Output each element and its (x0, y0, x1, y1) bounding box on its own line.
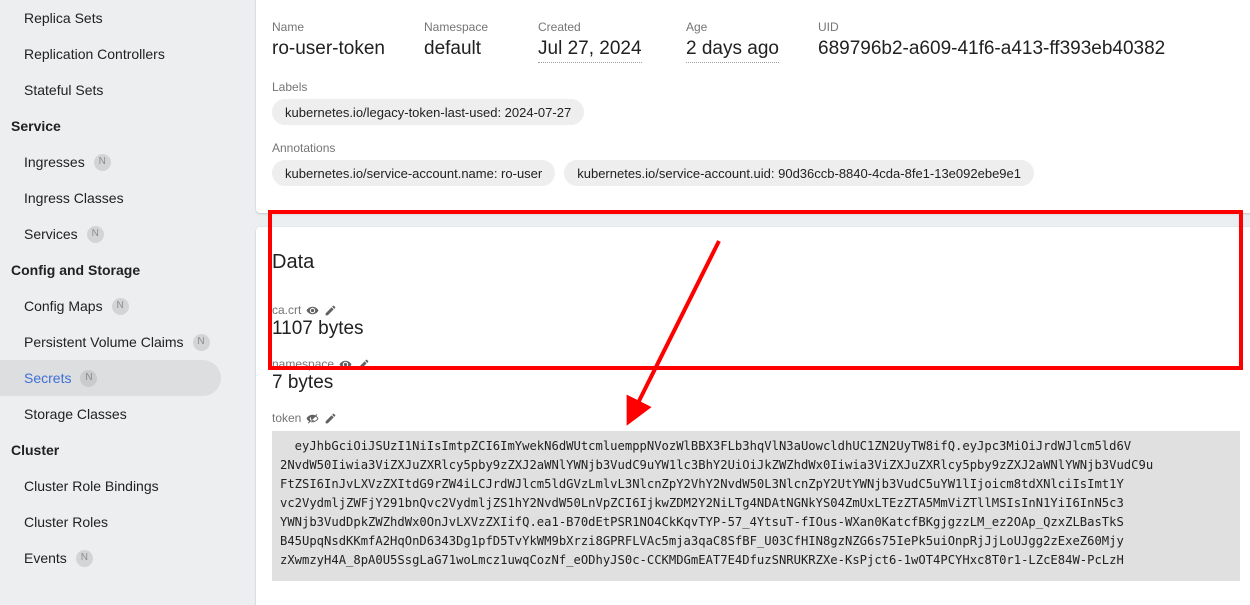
labels-block: Labels kubernetes.io/legacy-token-last-u… (272, 80, 585, 125)
sidebar-item-cluster-roles[interactable]: Cluster Roles (0, 504, 221, 540)
metadata-field-created: Created Jul 27, 2024 (538, 20, 642, 63)
sidebar-item-label: Ingress Classes (24, 190, 124, 206)
pencil-icon[interactable] (324, 304, 337, 317)
sidebar-item-label: Storage Classes (24, 406, 127, 422)
annotations-block: Annotations kubernetes.io/service-accoun… (272, 141, 1034, 186)
sidebar-item-events[interactable]: Events N (0, 540, 221, 576)
namespaced-badge: N (75, 549, 93, 567)
namespaced-badge: N (192, 333, 210, 351)
secret-metadata-card: Name ro-user-token Namespace default Created… (256, 0, 1250, 213)
pencil-icon[interactable] (357, 358, 370, 371)
annotation-chip: kubernetes.io/service-account.name: ro-u… (272, 160, 556, 186)
metadata-field-value[interactable]: 2 days ago (686, 37, 779, 63)
eye-off-icon[interactable] (306, 412, 319, 425)
metadata-field-age: Age 2 days ago (686, 20, 779, 63)
sidebar-item-config-maps[interactable]: Config Maps N (0, 288, 221, 324)
labels-heading: Labels (272, 80, 308, 94)
sidebar-group-service: Service (0, 108, 251, 144)
sidebar-item-cluster-role-bindings[interactable]: Cluster Role Bindings (0, 468, 221, 504)
namespaced-badge: N (111, 297, 129, 315)
sidebar-group-label: Service (11, 118, 61, 134)
kubernetes-dashboard-secret-detail: Replica Sets Replication Controllers State… (0, 0, 1250, 605)
metadata-field-uid: UID 689796b2-a609-41f6-a413-ff393eb40382 (818, 20, 1165, 61)
sidebar-item-label: Events (24, 550, 67, 566)
sidebar-group-label: Config and Storage (11, 262, 141, 278)
label-chip: kubernetes.io/legacy-token-last-used: 20… (272, 99, 585, 125)
data-entry-value: 7 bytes (272, 372, 334, 393)
secret-data-card: Data ca.crt 1107 bytes namespace 7 bytes tok… (256, 227, 1250, 605)
sidebar-item-label: Stateful Sets (24, 82, 104, 98)
sidebar-item-label: Config Maps (24, 298, 103, 314)
sidebar-item-secrets[interactable]: Secrets N (0, 360, 221, 396)
main-content: Name ro-user-token Namespace default Created… (251, 0, 1250, 605)
sidebar-item-stateful-sets[interactable]: Stateful Sets (0, 72, 221, 108)
data-section-title: Data (272, 251, 315, 273)
data-entry-key-label: namespace (272, 357, 335, 371)
annotations-chip-list: kubernetes.io/service-account.name: ro-u… (272, 160, 1034, 186)
metadata-field-label: UID (818, 20, 839, 34)
sidebar-item-storage-classes[interactable]: Storage Classes (0, 396, 221, 432)
namespaced-badge: N (86, 225, 104, 243)
data-entry-key-row: ca.crt (272, 303, 1240, 317)
sidebar-item-replication-controllers[interactable]: Replication Controllers (0, 36, 221, 72)
pencil-icon[interactable] (324, 412, 337, 425)
sidebar-item-label: Services (24, 226, 78, 242)
secret-token-value[interactable]: eyJhbGciOiJSUzI1NiIsImtpZCI6ImYwekN6dWUt… (272, 431, 1240, 581)
sidebar-item-label: Secrets (24, 370, 72, 386)
data-entry-ca-crt: ca.crt 1107 bytes (272, 303, 1240, 341)
metadata-field-label: Namespace (424, 20, 489, 34)
sidebar-item-label: Replica Sets (24, 10, 103, 26)
data-entry-key-label: ca.crt (272, 303, 302, 317)
data-entry-key-row: namespace (272, 357, 1240, 371)
labels-chip-list: kubernetes.io/legacy-token-last-used: 20… (272, 99, 585, 125)
sidebar-group-cluster: Cluster (0, 432, 251, 468)
sidebar-group-label: Cluster (11, 442, 60, 458)
metadata-field-value: ro-user-token (272, 38, 385, 59)
metadata-field-label: Name (272, 20, 305, 34)
eye-icon[interactable] (306, 304, 319, 317)
data-entry-token: token eyJhbGciOiJSUzI1NiIsImtpZCI6ImYwek… (272, 411, 1240, 581)
sidebar-item-label: Ingresses (24, 154, 85, 170)
metadata-field-value: default (424, 38, 482, 59)
data-entry-value: 1107 bytes (272, 318, 364, 339)
sidebar-item-label: Replication Controllers (24, 46, 165, 62)
metadata-field-label: Created (538, 20, 581, 34)
metadata-field-namespace: Namespace default (424, 20, 488, 61)
metadata-field-label: Age (686, 20, 708, 34)
sidebar-item-label: Persistent Volume Claims (24, 334, 184, 350)
sidebar-item-persistent-volume-claims[interactable]: Persistent Volume Claims N (0, 324, 221, 360)
sidebar-navigation[interactable]: Replica Sets Replication Controllers State… (0, 0, 251, 605)
sidebar-item-replica-sets[interactable]: Replica Sets (0, 0, 221, 36)
eye-icon[interactable] (339, 358, 352, 371)
data-entry-namespace: namespace 7 bytes (272, 357, 1240, 395)
metadata-field-value: 689796b2-a609-41f6-a413-ff393eb40382 (818, 38, 1166, 59)
sidebar-item-ingress-classes[interactable]: Ingress Classes (0, 180, 221, 216)
sidebar-item-services[interactable]: Services N (0, 216, 221, 252)
metadata-field-name: Name ro-user-token (272, 20, 385, 61)
metadata-field-value[interactable]: Jul 27, 2024 (538, 37, 642, 63)
sidebar-item-ingresses[interactable]: Ingresses N (0, 144, 221, 180)
sidebar-item-label: Cluster Role Bindings (24, 478, 159, 494)
sidebar-item-label: Cluster Roles (24, 514, 109, 530)
annotations-heading: Annotations (272, 141, 336, 155)
sidebar-group-config-and-storage: Config and Storage (0, 252, 251, 288)
namespaced-badge: N (80, 369, 98, 387)
data-entry-key-row: token (272, 411, 1240, 425)
namespaced-badge: N (93, 153, 111, 171)
annotation-chip: kubernetes.io/service-account.uid: 90d36… (564, 160, 1034, 186)
data-entry-key-label: token (272, 411, 302, 425)
